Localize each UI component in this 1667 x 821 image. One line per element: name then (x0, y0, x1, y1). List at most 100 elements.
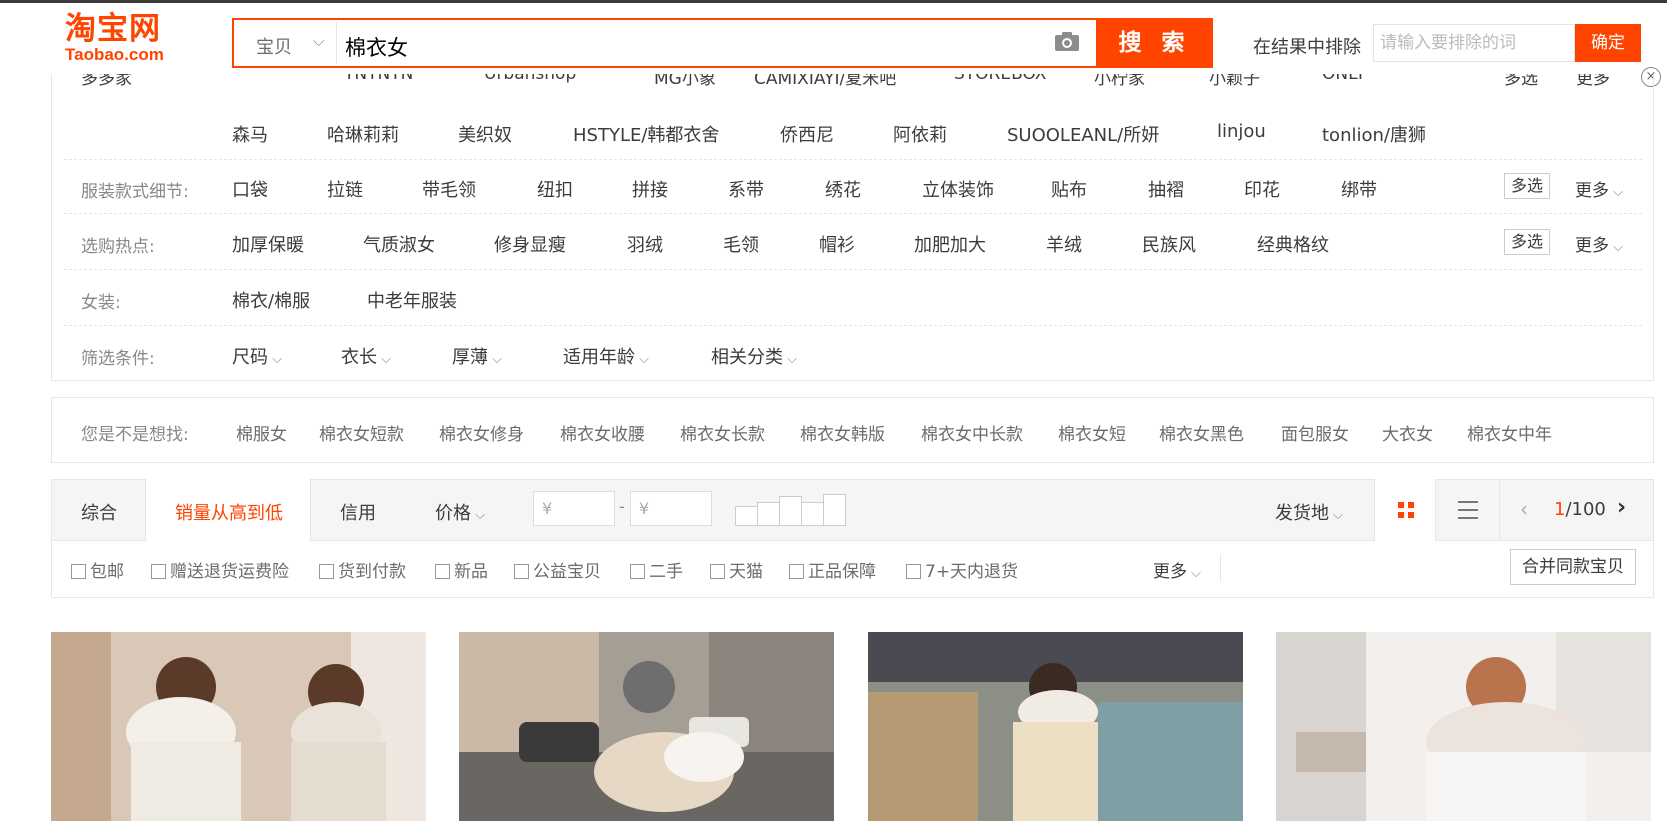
condition-dropdown[interactable]: 尺码 ⌵ (232, 343, 282, 369)
multi-select-button[interactable]: 多选 (1504, 173, 1550, 199)
detail-option[interactable]: 绑带 (1341, 176, 1377, 202)
condition-dropdown[interactable]: 厚薄 ⌵ (452, 343, 502, 369)
multi-select-button[interactable]: 多选 (1504, 229, 1550, 255)
hot-option[interactable]: 经典格纹 (1257, 231, 1329, 257)
detail-option[interactable]: 系带 (728, 176, 764, 202)
brand-option[interactable]: tonlion/唐狮 (1322, 121, 1426, 147)
detail-option[interactable]: 口袋 (232, 176, 268, 202)
suggestion-link[interactable]: 棉衣女长款 (680, 420, 765, 445)
suggestion-link[interactable]: 面包服女 (1281, 420, 1349, 445)
brand-option[interactable]: 多多家 (81, 74, 132, 88)
sort-price[interactable]: 价格 ⌵ (435, 499, 485, 525)
hot-option[interactable]: 修身显瘦 (494, 231, 566, 257)
sort-sales[interactable]: 销量从高到低 (175, 499, 283, 525)
womens-option[interactable]: 棉衣/棉服 (232, 287, 310, 313)
brand-option[interactable]: 侨西尼 (780, 121, 834, 147)
hot-option[interactable]: 气质淑女 (363, 231, 435, 257)
checkbox-second-hand[interactable]: 二手 (630, 557, 683, 582)
checkbox-genuine[interactable]: 正品保障 (789, 557, 876, 582)
detail-option[interactable]: 抽褶 (1148, 176, 1184, 202)
price-min-input[interactable]: ¥ (533, 491, 615, 526)
brand-option[interactable]: HSTYLE/韩都衣舍 (573, 121, 719, 147)
price-max-input[interactable]: ¥ (630, 491, 712, 526)
suggestion-link[interactable]: 棉衣女短 (1058, 420, 1126, 445)
brand-option[interactable]: 森马 (232, 121, 268, 147)
search-type-select[interactable]: 宝贝 (256, 33, 292, 59)
hot-option[interactable]: 加肥加大 (914, 231, 986, 257)
chevron-down-icon[interactable]: ⌵ (313, 32, 324, 50)
list-view-button[interactable] (1437, 479, 1499, 541)
detail-option[interactable]: 带毛领 (422, 176, 476, 202)
detail-option[interactable]: 贴布 (1051, 176, 1087, 202)
sort-overall[interactable]: 综合 (81, 499, 117, 525)
detail-option[interactable]: 拼接 (632, 176, 668, 202)
checkbox-7day-return[interactable]: 7+天内退货 (906, 557, 1018, 582)
sort-credit[interactable]: 信用 (340, 499, 376, 525)
merge-same-items-button[interactable]: 合并同款宝贝 (1510, 549, 1636, 585)
brand-option[interactable]: linjou (1217, 121, 1266, 142)
suggestion-link[interactable]: 棉服女 (236, 420, 287, 445)
hot-option[interactable]: 毛领 (723, 231, 759, 257)
suggestion-link[interactable]: 棉衣女修身 (439, 420, 524, 445)
detail-option[interactable]: 纽扣 (537, 176, 573, 202)
hot-option[interactable]: 民族风 (1142, 231, 1196, 257)
brand-multi-button[interactable]: 多选 (1504, 74, 1538, 88)
exclude-input[interactable]: 请输入要排除的词 (1373, 24, 1575, 62)
suggestion-link[interactable]: 棉衣女中长款 (921, 420, 1023, 445)
checkbox-cash-on-delivery[interactable]: 货到付款 (319, 557, 406, 582)
checkbox-free-shipping[interactable]: 包邮 (71, 557, 124, 582)
brand-option[interactable]: ONLY (1322, 74, 1366, 84)
next-page-icon[interactable]: › (1617, 495, 1626, 520)
more-button[interactable]: 更多 ⌵ (1575, 176, 1623, 201)
ship-from-dropdown[interactable]: 发货地 ⌵ (1275, 499, 1343, 525)
brand-option[interactable]: 美织奴 (458, 121, 512, 147)
checkbox-charity[interactable]: 公益宝贝 (514, 557, 601, 582)
detail-option[interactable]: 印花 (1244, 176, 1280, 202)
suggestion-link[interactable]: 棉衣女收腰 (560, 420, 645, 445)
condition-dropdown[interactable]: 相关分类 ⌵ (711, 343, 797, 369)
exclude-confirm-button[interactable]: 确定 (1575, 24, 1641, 62)
brand-option[interactable]: MG小象 (654, 74, 716, 88)
checkbox-tmall[interactable]: 天猫 (710, 557, 763, 582)
hot-option[interactable]: 帽衫 (819, 231, 855, 257)
checkbox-return-insurance[interactable]: 赠送退货运费险 (151, 557, 289, 582)
detail-option[interactable]: 绣花 (825, 176, 861, 202)
brand-option[interactable]: SUOOLEANL/所妍 (1007, 121, 1159, 147)
camera-icon[interactable] (1054, 30, 1080, 52)
suggestion-link[interactable]: 大衣女 (1382, 420, 1433, 445)
suggestion-link[interactable]: 棉衣女黑色 (1159, 420, 1244, 445)
hot-option[interactable]: 加厚保暖 (232, 231, 304, 257)
product-image-2[interactable] (459, 632, 834, 821)
grid-view-button[interactable] (1374, 479, 1436, 541)
product-image-1[interactable] (51, 632, 426, 821)
brand-more-button[interactable]: 更多 (1576, 74, 1610, 88)
brand-option[interactable]: Urbanshop (484, 74, 576, 84)
hot-option[interactable]: 羽绒 (627, 231, 663, 257)
detail-option[interactable]: 立体装饰 (922, 176, 994, 202)
suggestion-link[interactable]: 棉衣女中年 (1467, 420, 1552, 445)
brand-option[interactable]: 小柠家 (1094, 74, 1145, 88)
taobao-logo[interactable]: 淘宝网 Taobao.com (65, 12, 195, 74)
more-button[interactable]: 更多 ⌵ (1575, 231, 1623, 256)
suggestion-link[interactable]: 棉衣女短款 (319, 420, 404, 445)
search-input[interactable]: 棉衣女 (345, 32, 408, 62)
prev-page-icon[interactable]: ‹ (1520, 497, 1528, 521)
product-image-3[interactable] (868, 632, 1243, 821)
brand-option[interactable]: 小颖子 (1209, 74, 1260, 88)
detail-option[interactable]: 拉链 (327, 176, 363, 202)
hot-option[interactable]: 羊绒 (1046, 231, 1082, 257)
checkbox-more-button[interactable]: 更多 ⌵ (1153, 557, 1201, 582)
womens-option[interactable]: 中老年服装 (367, 287, 457, 313)
brand-option[interactable]: 阿依莉 (893, 121, 947, 147)
brand-option[interactable]: 哈琳莉莉 (327, 121, 399, 147)
product-image-4[interactable] (1276, 632, 1651, 821)
condition-dropdown[interactable]: 衣长 ⌵ (341, 343, 391, 369)
condition-dropdown[interactable]: 适用年龄 ⌵ (563, 343, 649, 369)
brand-option[interactable]: TNTNTN (344, 74, 413, 84)
price-range-histogram[interactable] (735, 494, 851, 526)
suggestion-link[interactable]: 棉衣女韩版 (800, 420, 885, 445)
search-button[interactable]: 搜 索 (1096, 18, 1213, 68)
brand-option[interactable]: CAMIXIAYI/夏米吧 (754, 74, 896, 88)
checkbox-new-product[interactable]: 新品 (435, 557, 488, 582)
brand-option[interactable]: STOREBOX (954, 74, 1046, 84)
